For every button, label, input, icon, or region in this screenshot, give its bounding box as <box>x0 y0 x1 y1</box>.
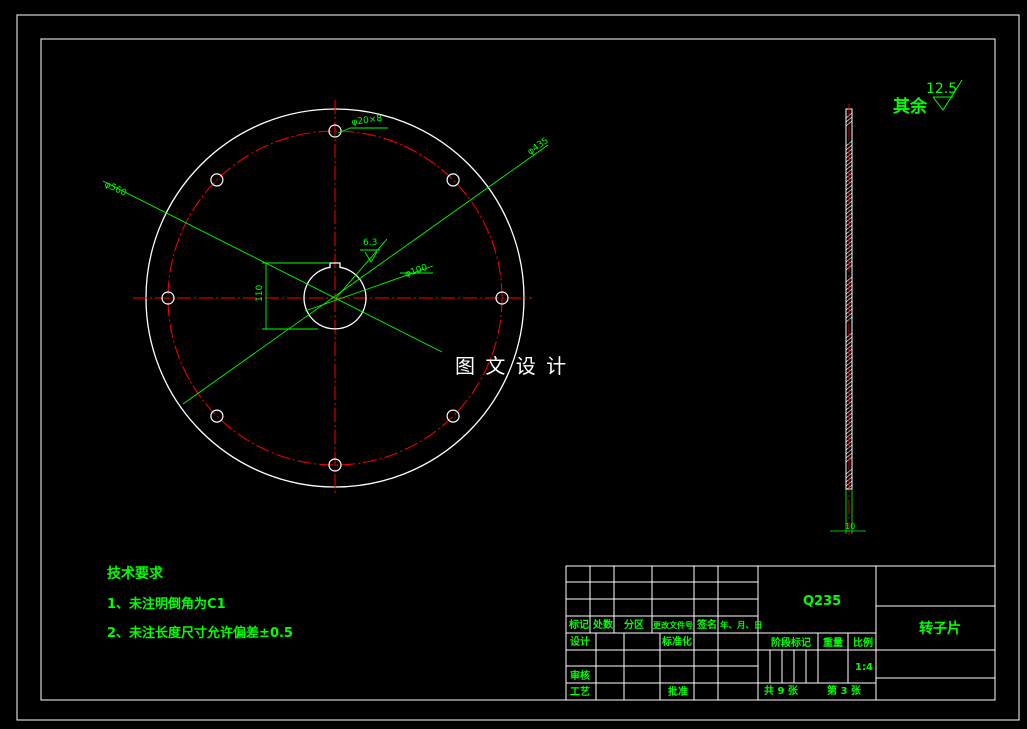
process-label: 工艺 <box>570 685 590 698</box>
dim-110-text: 110 <box>255 285 265 302</box>
drawing-canvas: φ20×8 φ560 φ435 φ100 110 6.3 图 文 设 计 10 … <box>16 14 1020 721</box>
hdr-zone: 分区 <box>624 618 644 631</box>
approve-label: 批准 <box>668 685 688 698</box>
bolt-hole <box>446 173 460 187</box>
hdr-signature: 签名 <box>696 618 717 631</box>
dim-560-text: φ560 <box>103 180 128 199</box>
tech-item-1: 1、未注明倒角为C1 <box>107 596 226 612</box>
tech-title: 技术要求 <box>107 565 164 582</box>
bolt-hole <box>446 409 460 423</box>
technical-requirements: 技术要求 1、未注明倒角为C1 2、未注长度尺寸允许偏差±0.5 <box>107 565 293 641</box>
hdr-change-doc: 更改文件号 <box>653 620 693 630</box>
weight-label: 重量 <box>823 636 843 649</box>
standardize-label: 标准化 <box>661 635 692 648</box>
scale-value: 1:4 <box>855 662 873 673</box>
design-label: 设计 <box>570 635 590 648</box>
bolt-hole <box>210 409 224 423</box>
sheets-total: 共 9 张 <box>764 684 799 697</box>
side-view: 10 <box>830 104 866 535</box>
dim-100-text: φ100 <box>404 263 429 280</box>
check-label: 审核 <box>570 669 590 682</box>
roughness-bore-text: 6.3 <box>363 238 377 248</box>
section-hatch <box>845 112 853 491</box>
part-name-text: 转子片 <box>919 620 961 637</box>
watermark: 图 文 设 计 <box>455 354 568 378</box>
general-roughness: 其余 12.5 <box>893 79 963 117</box>
hdr-date: 年、月、日 <box>720 620 763 631</box>
stage-label: 阶段标记 <box>771 636 811 649</box>
dim-hole-text: φ20×8 <box>351 114 383 128</box>
scale-label: 比例 <box>853 636 873 649</box>
dim-560-line <box>102 180 443 353</box>
roughness-prefix: 其余 <box>893 96 928 117</box>
sheet-number: 第 3 张 <box>827 684 862 697</box>
tech-item-2: 2、未注长度尺寸允许偏差±0.5 <box>107 625 293 641</box>
dim-hole-leader <box>337 127 351 134</box>
hdr-mark: 标记 <box>568 618 589 631</box>
dim-435-text: φ435 <box>526 136 551 157</box>
hdr-count: 处数 <box>592 618 614 631</box>
material-text: Q235 <box>803 594 841 609</box>
thickness-text: 10 <box>845 522 855 531</box>
